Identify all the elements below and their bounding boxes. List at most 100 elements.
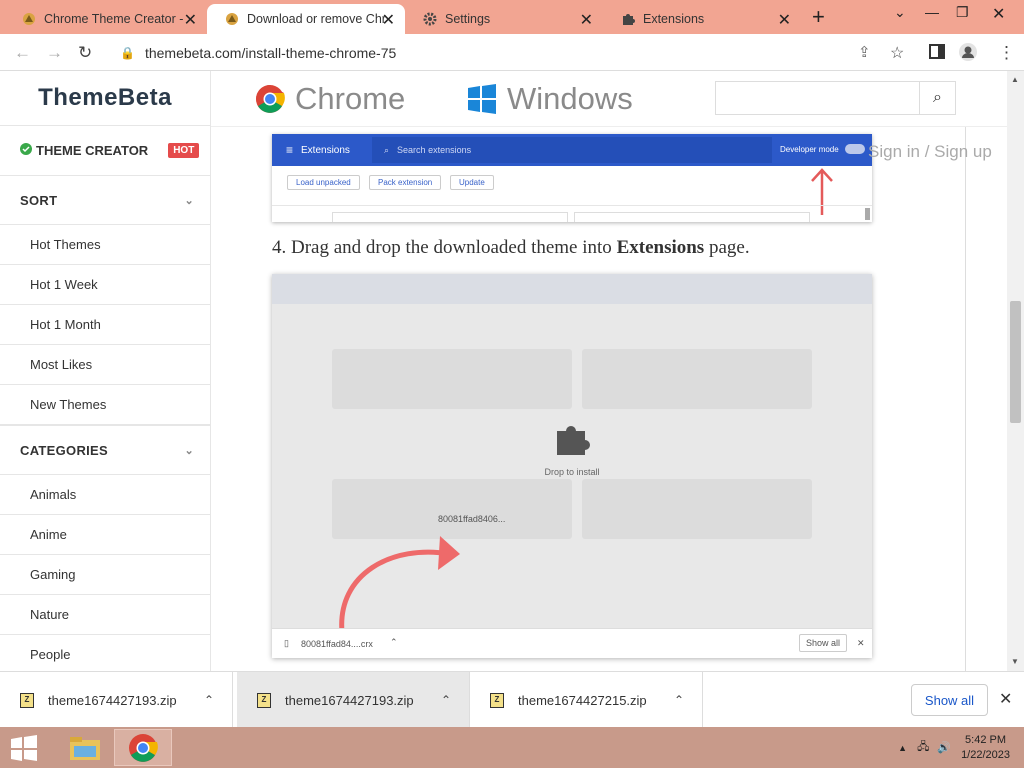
- sidebar-item-new-themes[interactable]: New Themes: [0, 385, 210, 425]
- tab-title: Extensions: [643, 12, 705, 26]
- sidebar-item-most-likes[interactable]: Most Likes: [0, 345, 210, 385]
- download-item[interactable]: Z theme1674427193.zip ⌃: [0, 672, 233, 728]
- ext-search-box: ⌕ Search extensions: [372, 137, 772, 163]
- bookmark-star-icon[interactable]: ☆: [890, 43, 904, 63]
- hot-badge: HOT: [168, 143, 200, 158]
- windows-taskbar: ▲ 🖧 🔊 5:42 PM 1/22/2023: [0, 727, 1024, 768]
- minimize-icon[interactable]: —: [925, 4, 939, 20]
- ghost-card: [582, 479, 812, 539]
- download-item[interactable]: Z theme1674427193.zip ⌃: [237, 672, 470, 728]
- themebeta-favicon-icon: [22, 12, 36, 26]
- shield-check-icon: [20, 143, 32, 158]
- nav-windows[interactable]: Windows: [467, 81, 633, 117]
- network-icon[interactable]: 🖧: [917, 738, 929, 757]
- side-panel-icon[interactable]: [929, 44, 945, 64]
- menu-kebab-icon[interactable]: ⋮: [998, 43, 1015, 63]
- lock-icon: 🔒: [120, 45, 135, 60]
- tab-close-icon[interactable]: ✕: [184, 10, 197, 30]
- scrollbar-thumb[interactable]: [1010, 301, 1021, 423]
- show-all-button[interactable]: Show all: [911, 684, 988, 716]
- url-text: themebeta.com/install-theme-chrome-75: [144, 44, 397, 61]
- sidebar-item-people[interactable]: People: [0, 635, 210, 671]
- search-button[interactable]: ⌕: [919, 82, 955, 114]
- tab-download-or-remove[interactable]: Download or remove Chr ✕: [207, 4, 405, 34]
- puzzle-icon: [621, 12, 635, 26]
- file-icon: ▯: [284, 638, 289, 648]
- forward-arrow-icon[interactable]: →: [46, 43, 63, 63]
- zip-file-icon: Z: [20, 692, 34, 708]
- sidebar-item-hot-1-week[interactable]: Hot 1 Week: [0, 265, 210, 305]
- ghost-topbar: [272, 274, 872, 304]
- tab-extensions[interactable]: Extensions ✕: [603, 4, 801, 34]
- hamburger-icon: ≡: [286, 143, 294, 157]
- themebeta-favicon-icon: [225, 12, 239, 26]
- sidebar-item-hot-1-month[interactable]: Hot 1 Month: [0, 305, 210, 345]
- restore-icon[interactable]: ❐: [956, 4, 969, 21]
- red-curved-arrow-icon: [339, 536, 460, 633]
- nav-chrome[interactable]: Chrome: [255, 81, 405, 117]
- tab-close-icon[interactable]: ✕: [382, 10, 395, 30]
- developer-mode-label: Developer mode: [780, 145, 839, 154]
- back-arrow-icon[interactable]: ←: [14, 43, 31, 63]
- new-tab-plus-icon[interactable]: +: [812, 4, 825, 30]
- chevron-up-icon[interactable]: ⌃: [204, 693, 214, 707]
- reload-icon[interactable]: ↻: [78, 43, 92, 63]
- extensions-page-screenshot: ≡ Extensions ⌕ Search extensions Develope…: [272, 134, 872, 222]
- share-icon[interactable]: ⇪: [858, 43, 871, 61]
- drag-drop-screenshot: Drop to install 80081ffad8406... ▯ 80081…: [272, 274, 872, 658]
- tab-close-icon[interactable]: ✕: [778, 10, 791, 30]
- scroll-down-icon[interactable]: ▼: [1011, 657, 1019, 666]
- ext-title: Extensions: [301, 144, 350, 156]
- ext-divider: [272, 205, 872, 206]
- site-logo[interactable]: ThemeBeta: [0, 71, 210, 126]
- sidebar-sort-header[interactable]: SORT ⌄: [0, 176, 210, 225]
- scroll-up-icon[interactable]: ▲: [1011, 75, 1019, 84]
- profile-avatar-icon[interactable]: [958, 42, 978, 67]
- address-bar[interactable]: 🔒 themebeta.com/install-theme-chrome-75: [108, 38, 828, 67]
- start-button[interactable]: [10, 735, 38, 761]
- download-filename: theme1674427193.zip: [285, 692, 414, 708]
- window-close-icon[interactable]: ✕: [992, 4, 1005, 24]
- sidebar-item-hot-themes[interactable]: Hot Themes: [0, 225, 210, 265]
- windows-start-icon: [11, 735, 37, 761]
- page-scrollbar[interactable]: ▲ ▼: [1007, 71, 1024, 671]
- close-download-bar-icon[interactable]: ✕: [999, 689, 1012, 709]
- categories-label: CATEGORIES: [20, 442, 108, 458]
- search-input[interactable]: [716, 82, 919, 114]
- chrome-logo-icon: [129, 733, 158, 762]
- developer-mode-toggle: [845, 144, 865, 154]
- volume-icon[interactable]: 🔊: [937, 741, 951, 754]
- chevron-up-icon[interactable]: ⌃: [441, 693, 451, 707]
- tab-search-chevron-icon[interactable]: ⌄: [894, 4, 906, 21]
- tab-settings[interactable]: Settings ✕: [405, 4, 603, 34]
- clock-time: 5:42 PM: [965, 733, 1007, 746]
- ghost-card: [582, 349, 812, 409]
- sort-label: SORT: [20, 192, 58, 208]
- sidebar-item-gaming[interactable]: Gaming: [0, 555, 210, 595]
- taskbar-chrome[interactable]: [114, 729, 172, 766]
- update-button: Update: [450, 175, 494, 190]
- screenshot-dl-filename: 80081ffad84....crx: [301, 639, 373, 649]
- sidebar-categories-header[interactable]: CATEGORIES ⌄: [0, 425, 210, 475]
- tray-expand-icon[interactable]: ▲: [898, 743, 907, 753]
- nav-windows-label: Windows: [507, 81, 633, 116]
- taskbar-file-explorer[interactable]: [56, 729, 114, 766]
- step-text: 4. Drag and drop the downloaded theme in…: [272, 237, 617, 258]
- web-page: ThemeBeta THEME CREATOR HOT SORT ⌄ Hot T…: [0, 71, 1024, 671]
- sidebar-item-nature[interactable]: Nature: [0, 595, 210, 635]
- tab-chrome-theme-creator[interactable]: Chrome Theme Creator - ✕: [4, 4, 207, 34]
- sidebar-item-anime[interactable]: Anime: [0, 515, 210, 555]
- sidebar-theme-creator[interactable]: THEME CREATOR HOT: [0, 126, 210, 176]
- clock[interactable]: 5:42 PM 1/22/2023: [961, 733, 1010, 763]
- ext-search-placeholder: Search extensions: [397, 145, 472, 155]
- chevron-up-icon[interactable]: ⌃: [674, 693, 684, 707]
- search-icon: ⌕: [933, 89, 942, 106]
- zip-file-icon: Z: [257, 692, 271, 708]
- download-item[interactable]: Z theme1674427215.zip ⌃: [470, 672, 703, 728]
- sidebar-item-animals[interactable]: Animals: [0, 475, 210, 515]
- site-header: Chrome Windows ⌕: [211, 71, 1007, 127]
- sign-in-link[interactable]: Sign in / Sign up: [868, 142, 992, 162]
- puzzle-piece-icon: [554, 422, 591, 461]
- tab-close-icon[interactable]: ✕: [580, 10, 593, 30]
- site-search: ⌕: [715, 81, 956, 115]
